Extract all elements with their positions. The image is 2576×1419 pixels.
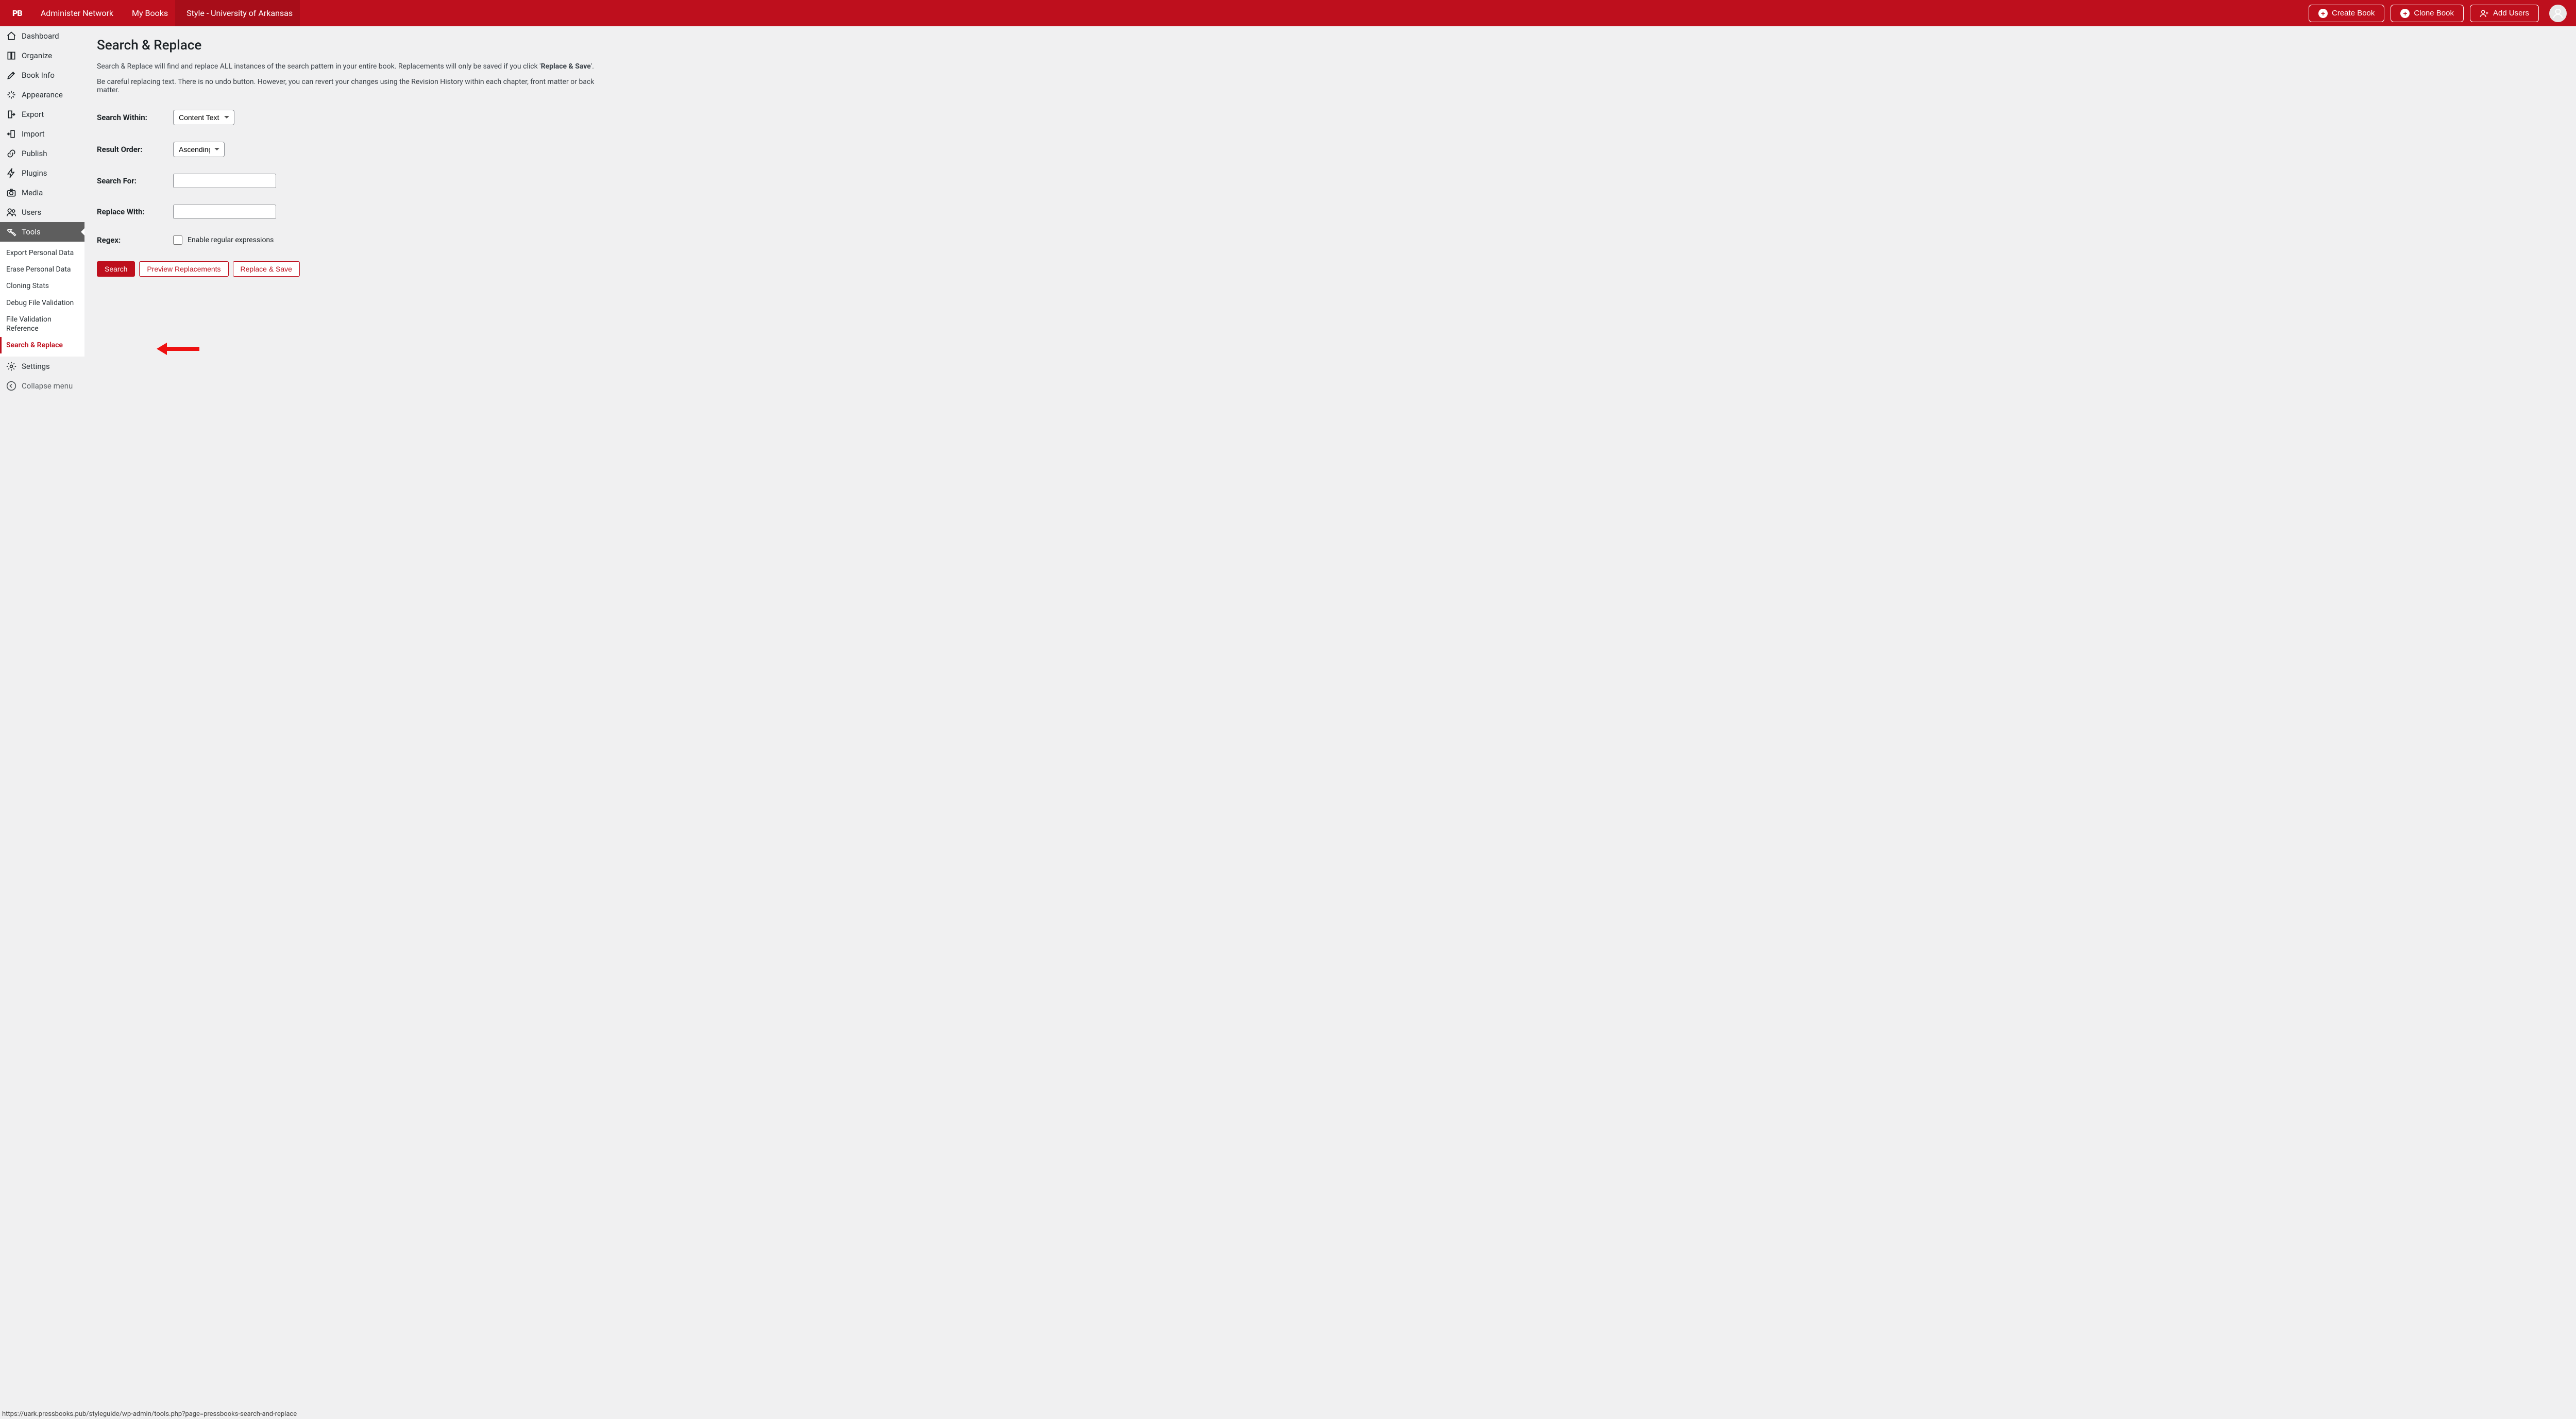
users-icon xyxy=(6,207,16,217)
label-search-for: Search For: xyxy=(97,176,173,185)
plus-circle-icon: + xyxy=(2400,9,2410,18)
action-buttons: Search Preview Replacements Replace & Sa… xyxy=(97,261,2576,277)
clone-book-button[interactable]: + Clone Book xyxy=(2391,5,2464,22)
export-icon xyxy=(6,109,16,120)
label-replace-with: Replace With: xyxy=(97,207,173,216)
sidebar-item-plugins[interactable]: Plugins xyxy=(0,163,84,183)
submenu-erase-personal-data[interactable]: Erase Personal Data xyxy=(0,261,84,278)
sidebar-item-media[interactable]: Media xyxy=(0,183,84,202)
row-search-for: Search For: xyxy=(97,174,2576,188)
replace-save-button[interactable]: Replace & Save xyxy=(233,261,300,277)
main-content: Search & Replace Search & Replace will f… xyxy=(84,26,2576,277)
sidebar-item-users[interactable]: Users xyxy=(0,202,84,222)
submenu-cloning-stats[interactable]: Cloning Stats xyxy=(0,278,84,294)
status-bar: https://uark.pressbooks.pub/styleguide/w… xyxy=(0,1409,299,1419)
submenu-debug-file-validation[interactable]: Debug File Validation xyxy=(0,295,84,311)
link-icon xyxy=(6,148,16,159)
sidebar-item-export[interactable]: Export xyxy=(0,105,84,124)
current-book-label: Style - University of Arkansas xyxy=(187,8,293,18)
collapse-label: Collapse menu xyxy=(22,381,73,391)
sidebar-item-import[interactable]: Import xyxy=(0,124,84,144)
search-replace-form: Search Within: Content Text Result Order… xyxy=(97,110,2576,277)
row-search-within: Search Within: Content Text xyxy=(97,110,2576,125)
export-label: Export xyxy=(22,110,44,119)
row-regex: Regex: Enable regular expressions xyxy=(97,235,2576,245)
current-book-link[interactable]: Style - University of Arkansas xyxy=(175,0,300,26)
user-plus-icon xyxy=(2480,9,2489,18)
appearance-label: Appearance xyxy=(22,90,63,99)
pencil-icon xyxy=(6,70,16,80)
import-label: Import xyxy=(22,129,45,139)
dashboard-label: Dashboard xyxy=(22,31,59,41)
annotation-arrow xyxy=(156,337,202,362)
admin-network-label: Administer Network xyxy=(41,8,113,18)
admin-sidebar: Dashboard Organize Book Info Appearance … xyxy=(0,26,84,1419)
page-title: Search & Replace xyxy=(97,38,2576,53)
sidebar-item-tools[interactable]: Tools xyxy=(0,222,84,242)
camera-icon xyxy=(6,188,16,198)
plus-circle-icon: + xyxy=(2318,9,2328,18)
submenu-search-replace[interactable]: Search & Replace xyxy=(0,337,84,353)
plugins-label: Plugins xyxy=(22,168,47,178)
label-regex: Regex: xyxy=(97,235,173,245)
submenu-export-personal-data[interactable]: Export Personal Data xyxy=(0,245,84,261)
sidebar-item-dashboard[interactable]: Dashboard xyxy=(0,26,84,46)
sidebar-item-settings[interactable]: Settings xyxy=(0,357,84,376)
search-for-input[interactable] xyxy=(173,174,276,188)
submenu-file-validation-reference[interactable]: File Validation Reference xyxy=(0,311,84,337)
regex-checkbox[interactable] xyxy=(173,235,182,245)
wrench-icon xyxy=(6,227,16,237)
sidebar-item-organize[interactable]: Organize xyxy=(0,46,84,65)
sidebar-item-publish[interactable]: Publish xyxy=(0,144,84,163)
admin-network-link[interactable]: Administer Network xyxy=(29,0,121,26)
tools-submenu: Export Personal Data Erase Personal Data… xyxy=(0,242,84,357)
settings-label: Settings xyxy=(22,362,50,371)
search-within-select[interactable]: Content Text xyxy=(173,110,234,125)
home-icon xyxy=(6,31,16,41)
my-books-link[interactable]: My Books xyxy=(121,0,175,26)
sidebar-item-bookinfo[interactable]: Book Info xyxy=(0,65,84,85)
add-users-label: Add Users xyxy=(2493,9,2529,18)
sidebar-collapse[interactable]: Collapse menu xyxy=(0,376,84,396)
gear-icon xyxy=(6,361,16,371)
bookinfo-label: Book Info xyxy=(22,71,55,80)
replace-with-input[interactable] xyxy=(173,205,276,219)
description-2: Be careful replacing text. There is no u… xyxy=(97,78,612,94)
tools-label: Tools xyxy=(22,227,41,236)
row-replace-with: Replace With: xyxy=(97,205,2576,219)
create-book-button[interactable]: + Create Book xyxy=(2309,5,2384,22)
sparkle-icon xyxy=(6,90,16,100)
preview-replacements-button[interactable]: Preview Replacements xyxy=(139,261,228,277)
create-book-label: Create Book xyxy=(2332,9,2375,18)
sidebar-item-appearance[interactable]: Appearance xyxy=(0,85,84,105)
organize-label: Organize xyxy=(22,51,52,60)
bolt-icon xyxy=(6,168,16,178)
publish-label: Publish xyxy=(22,149,47,158)
description-1: Search & Replace will find and replace A… xyxy=(97,62,612,71)
label-result-order: Result Order: xyxy=(97,145,173,154)
result-order-select[interactable]: Ascending xyxy=(173,142,225,157)
media-label: Media xyxy=(22,188,43,197)
my-books-label: My Books xyxy=(132,8,168,18)
regex-checkbox-wrap[interactable]: Enable regular expressions xyxy=(173,235,274,245)
pressbooks-logo[interactable]: PB xyxy=(5,0,29,26)
collapse-icon xyxy=(6,381,16,391)
add-users-button[interactable]: Add Users xyxy=(2470,5,2539,22)
clone-book-label: Clone Book xyxy=(2414,9,2454,18)
regex-checkbox-label: Enable regular expressions xyxy=(188,236,274,244)
import-icon xyxy=(6,129,16,139)
search-button[interactable]: Search xyxy=(97,261,135,277)
users-label: Users xyxy=(22,208,41,217)
user-avatar[interactable] xyxy=(2549,5,2567,22)
topbar: PB Administer Network My Books Style - U… xyxy=(0,0,2576,26)
label-search-within: Search Within: xyxy=(97,113,173,122)
book-icon xyxy=(6,50,16,61)
row-result-order: Result Order: Ascending xyxy=(97,142,2576,157)
